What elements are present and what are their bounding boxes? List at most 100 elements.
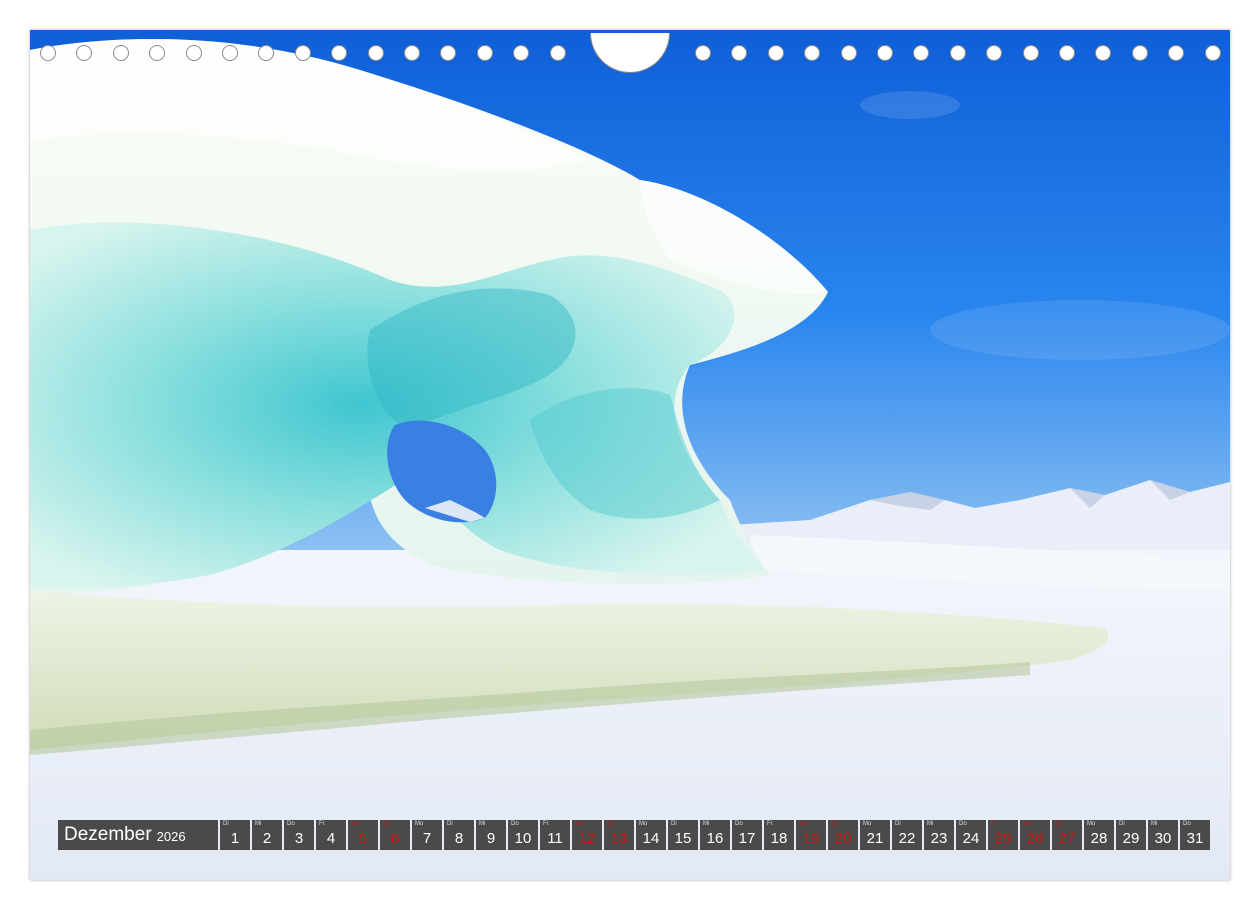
day-number: 15 bbox=[674, 830, 692, 847]
weekday-label: Do bbox=[287, 821, 295, 827]
weekday-label: Mi bbox=[1151, 821, 1158, 827]
weekday-label: Fr bbox=[991, 821, 997, 827]
day-number: 17 bbox=[738, 830, 756, 847]
day-cell: Mi 30 bbox=[1148, 820, 1178, 850]
weekday-label: Di bbox=[671, 821, 677, 827]
day-number: 1 bbox=[230, 830, 240, 847]
weekday-label: So bbox=[383, 821, 391, 827]
day-cell: Mo 21 bbox=[860, 820, 890, 850]
weekday-label: Di bbox=[895, 821, 901, 827]
weekday-label: Mo bbox=[639, 821, 648, 827]
day-number: 26 bbox=[1026, 830, 1044, 847]
day-number: 23 bbox=[930, 830, 948, 847]
weekday-label: Sa bbox=[575, 821, 583, 827]
day-number: 18 bbox=[770, 830, 788, 847]
calendar-strip: Dezember 2026 Di 1 Mi 2 Do 3 Fr 4 Sa 5 So 6 Mo 7 Di 8 Mi… bbox=[58, 820, 1212, 850]
weekday-label: Mi bbox=[927, 821, 934, 827]
day-cell: Fr 4 bbox=[316, 820, 346, 850]
weekday-label: So bbox=[607, 821, 615, 827]
day-cell: Di 29 bbox=[1116, 820, 1146, 850]
day-number: 20 bbox=[834, 830, 852, 847]
weekday-label: Fr bbox=[319, 821, 325, 827]
day-cell: Mi 9 bbox=[476, 820, 506, 850]
day-cell: Sa 19 bbox=[796, 820, 826, 850]
weekday-label: Do bbox=[511, 821, 519, 827]
day-cell: So 6 bbox=[380, 820, 410, 850]
day-number: 19 bbox=[802, 830, 820, 847]
day-cell: Do 31 bbox=[1180, 820, 1210, 850]
day-number: 14 bbox=[642, 830, 660, 847]
weekday-label: Mi bbox=[255, 821, 262, 827]
day-cell: Mo 7 bbox=[412, 820, 442, 850]
day-number: 5 bbox=[358, 830, 368, 847]
weekday-label: Fr bbox=[767, 821, 773, 827]
day-cell: Di 22 bbox=[892, 820, 922, 850]
day-list: Di 1 Mi 2 Do 3 Fr 4 Sa 5 So 6 Mo 7 Di 8 Mi 9 Do 10 Fr 11 Sa 12 S… bbox=[220, 820, 1212, 850]
day-cell: Mi 2 bbox=[252, 820, 282, 850]
day-number: 11 bbox=[547, 830, 563, 847]
weekday-label: Mi bbox=[703, 821, 710, 827]
day-cell: Do 10 bbox=[508, 820, 538, 850]
day-number: 7 bbox=[422, 830, 432, 847]
day-number: 12 bbox=[578, 830, 596, 847]
day-number: 10 bbox=[514, 830, 532, 847]
day-number: 31 bbox=[1186, 830, 1204, 847]
day-number: 25 bbox=[994, 830, 1012, 847]
day-cell: Sa 12 bbox=[572, 820, 602, 850]
day-cell: Mi 16 bbox=[700, 820, 730, 850]
weekday-label: So bbox=[831, 821, 839, 827]
day-cell: Di 8 bbox=[444, 820, 474, 850]
day-cell: Fr 18 bbox=[764, 820, 794, 850]
day-cell: Di 1 bbox=[220, 820, 250, 850]
weekday-label: Di bbox=[447, 821, 453, 827]
day-number: 4 bbox=[326, 830, 336, 847]
weekday-label: Do bbox=[1183, 821, 1191, 827]
day-number: 16 bbox=[706, 830, 724, 847]
day-number: 29 bbox=[1122, 830, 1140, 847]
day-cell: So 13 bbox=[604, 820, 634, 850]
day-cell: Di 15 bbox=[668, 820, 698, 850]
day-number: 30 bbox=[1154, 830, 1172, 847]
day-number: 2 bbox=[262, 830, 272, 847]
weekday-label: Fr bbox=[543, 821, 549, 827]
weekday-label: Mo bbox=[415, 821, 424, 827]
day-number: 3 bbox=[294, 830, 304, 847]
day-cell: Sa 26 bbox=[1020, 820, 1050, 850]
day-cell: Do 24 bbox=[956, 820, 986, 850]
weekday-label: Do bbox=[735, 821, 743, 827]
weekday-label: Sa bbox=[351, 821, 359, 827]
weekday-label: Do bbox=[959, 821, 967, 827]
day-number: 27 bbox=[1058, 830, 1076, 847]
day-cell: Mo 14 bbox=[636, 820, 666, 850]
weekday-label: Di bbox=[223, 821, 229, 827]
weekday-label: Di bbox=[1119, 821, 1125, 827]
day-number: 21 bbox=[866, 830, 884, 847]
day-cell: Fr 11 bbox=[540, 820, 570, 850]
day-cell: Do 17 bbox=[732, 820, 762, 850]
weekday-label: Sa bbox=[1023, 821, 1031, 827]
day-number: 6 bbox=[390, 830, 400, 847]
weekday-label: Mo bbox=[863, 821, 872, 827]
day-number: 28 bbox=[1090, 830, 1108, 847]
day-number: 24 bbox=[962, 830, 980, 847]
day-cell: So 20 bbox=[828, 820, 858, 850]
month-year: 2026 bbox=[156, 829, 186, 844]
weekday-label: Mi bbox=[479, 821, 486, 827]
day-number: 9 bbox=[486, 830, 496, 847]
day-cell: Do 3 bbox=[284, 820, 314, 850]
day-cell: Fr 25 bbox=[988, 820, 1018, 850]
month-label: Dezember 2026 bbox=[58, 820, 218, 850]
day-cell: Mi 23 bbox=[924, 820, 954, 850]
day-number: 13 bbox=[610, 830, 628, 847]
month-name: Dezember bbox=[64, 824, 152, 845]
weekday-label: Sa bbox=[799, 821, 807, 827]
iceberg-photo bbox=[30, 30, 1230, 880]
day-cell: So 27 bbox=[1052, 820, 1082, 850]
day-cell: Mo 28 bbox=[1084, 820, 1114, 850]
day-number: 22 bbox=[898, 830, 916, 847]
calendar-page bbox=[30, 30, 1230, 880]
day-number: 8 bbox=[454, 830, 464, 847]
weekday-label: So bbox=[1055, 821, 1063, 827]
day-cell: Sa 5 bbox=[348, 820, 378, 850]
weekday-label: Mo bbox=[1087, 821, 1096, 827]
